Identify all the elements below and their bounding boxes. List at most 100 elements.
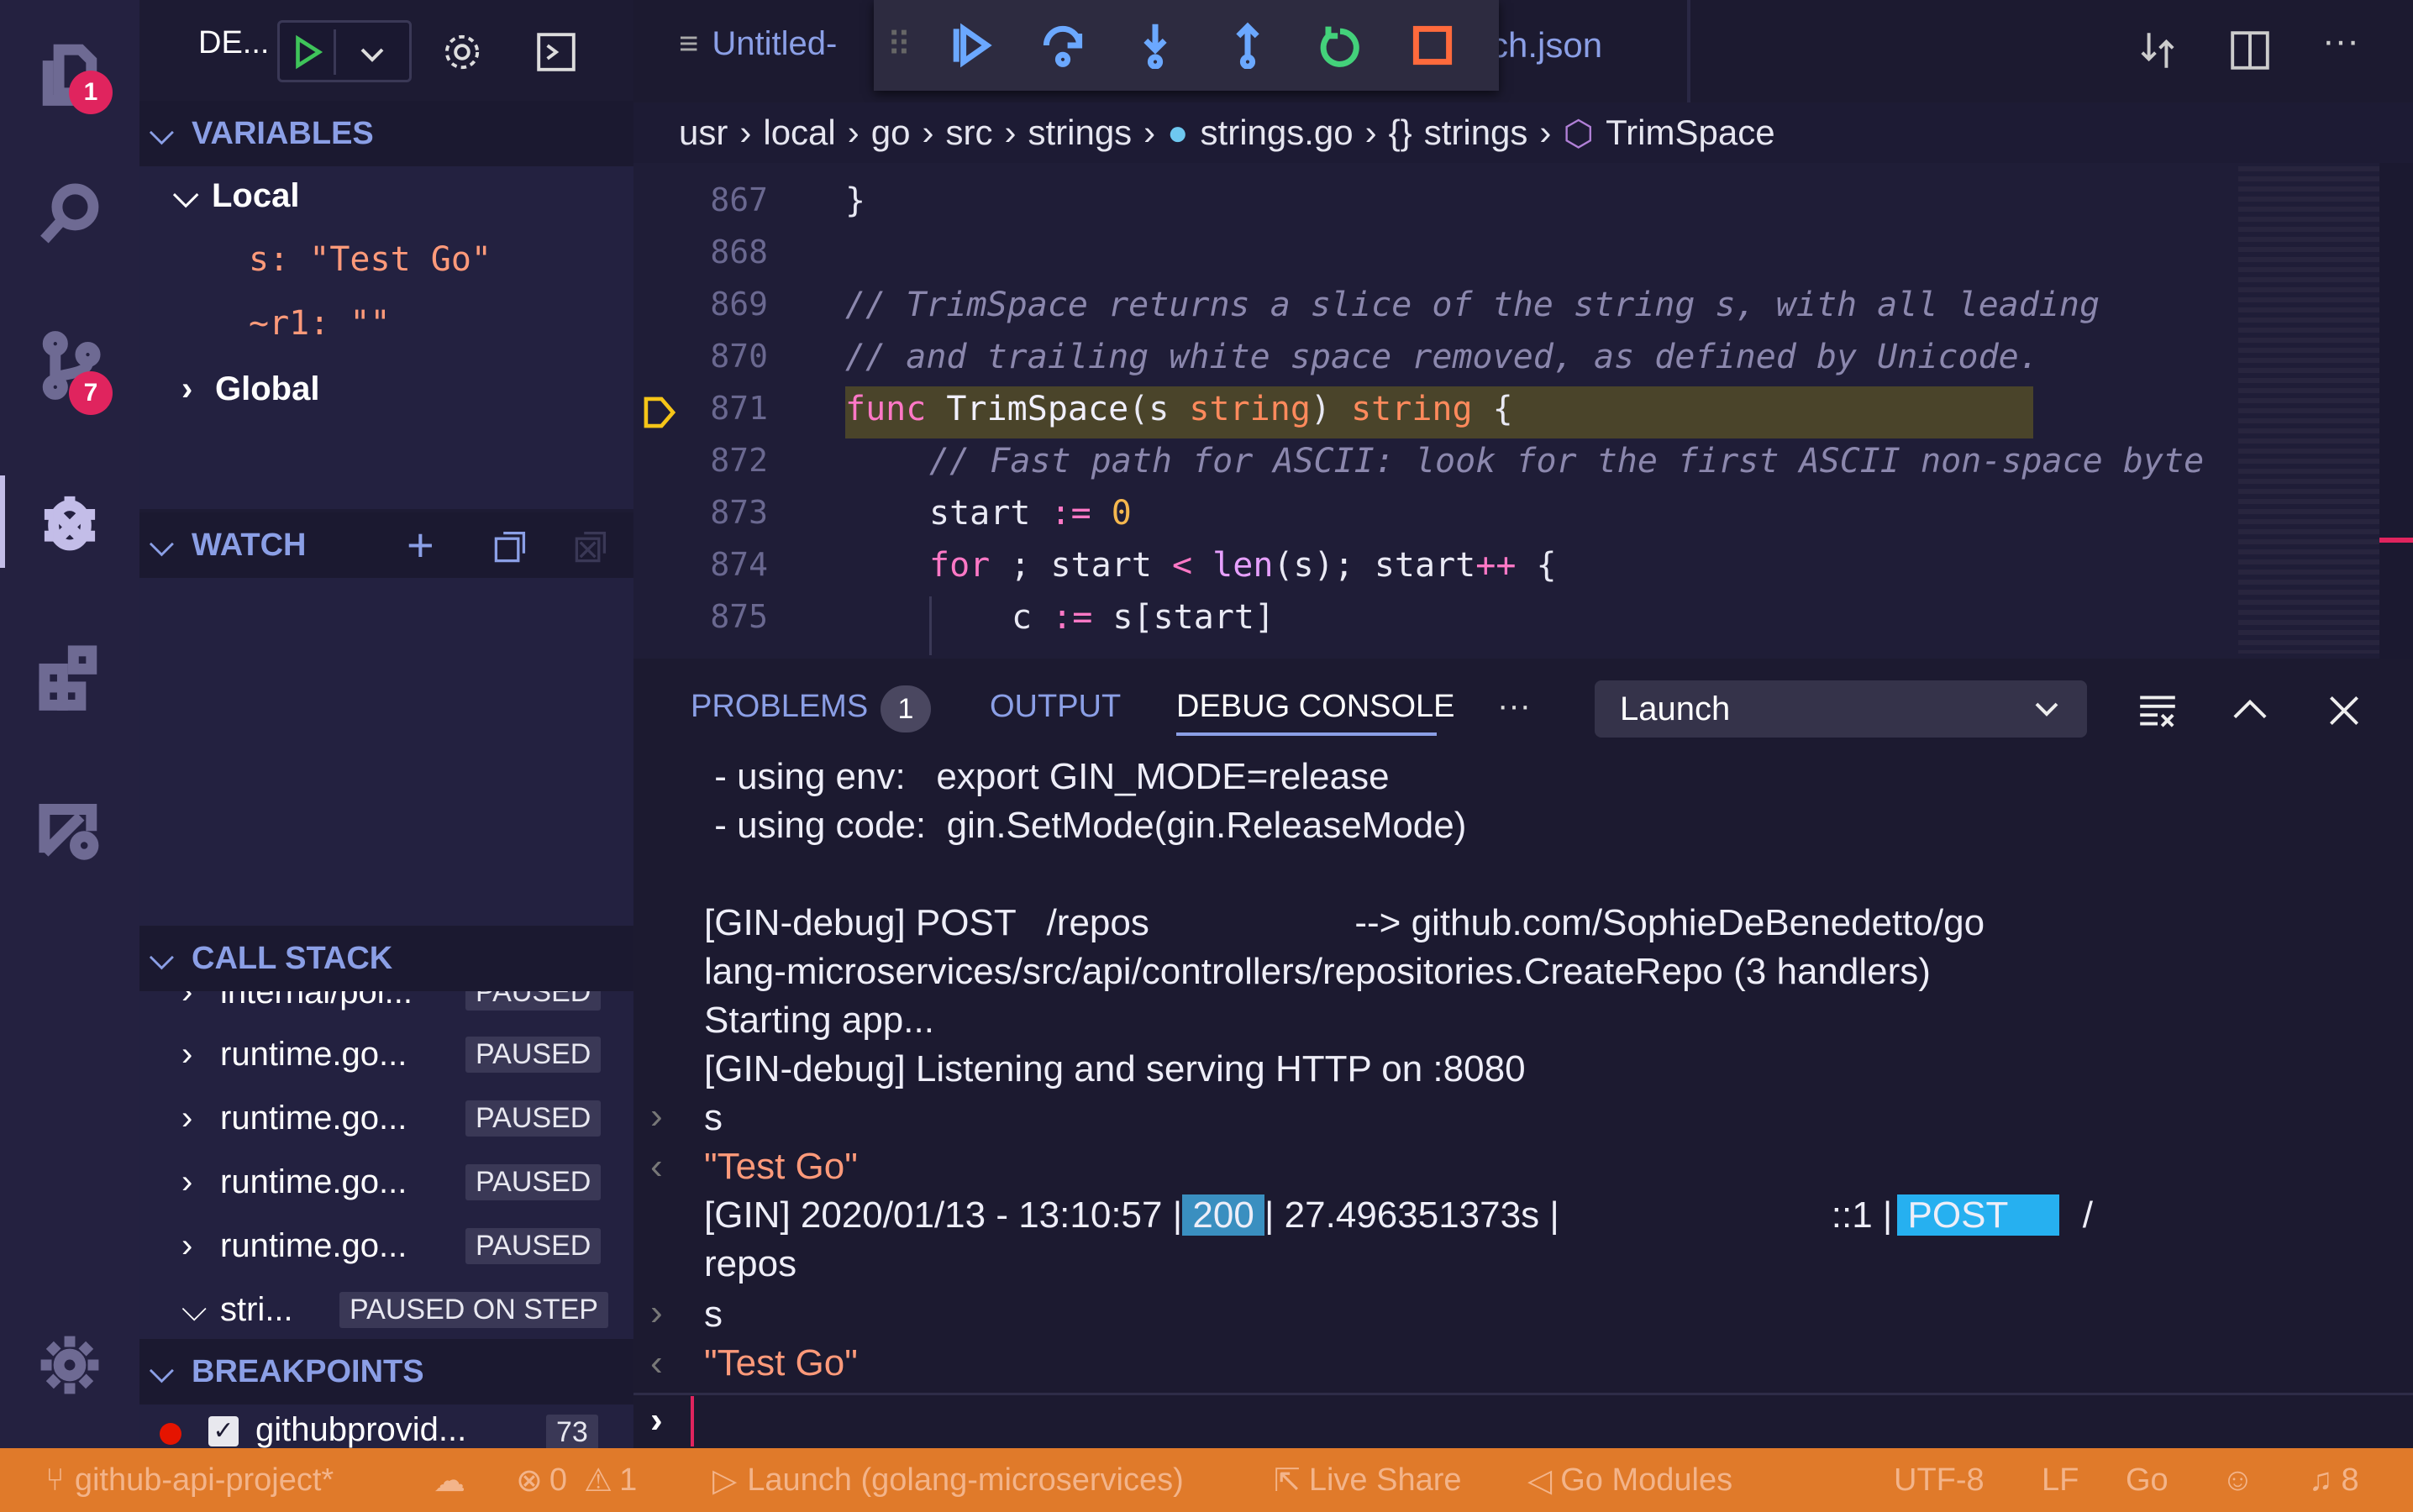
tab-output[interactable]: OUTPUT [990,689,1121,725]
close-panel-icon[interactable] [2322,689,2366,732]
compare-changes-icon[interactable] [2136,29,2179,72]
callstack-frame-current[interactable]: ⌵ stri... PAUSED ON STEP [181,1280,627,1339]
language-status[interactable]: Go [2126,1448,2169,1512]
variable-s[interactable]: s: "Test Go" [249,230,492,289]
select-divider [334,29,336,75]
breadcrumb-item[interactable]: go [871,113,911,153]
code-token: := [1050,494,1091,533]
code-line-867: } [845,181,865,220]
more-actions-icon[interactable]: ··· [2322,20,2359,62]
add-expression-icon[interactable]: + [407,517,434,572]
watch-section-header[interactable]: ⌵ WATCH + [139,512,633,578]
breadcrumb-item[interactable]: strings.go [1201,113,1354,153]
restart-button[interactable] [1294,0,1386,91]
callstack-frame[interactable]: › runtime.go... PAUSED [181,1216,618,1275]
gin-log-ip: ::1 | [1831,1194,1893,1236]
code-line-870: // and trailing white space removed, as … [845,338,2039,376]
variables-section-header[interactable]: ⌵ VARIABLES [139,101,633,166]
minimap[interactable] [2238,166,2379,654]
frame-name: runtime.go... [220,1226,407,1264]
extensions-icon[interactable] [0,613,139,739]
local-scope[interactable]: ⌵ Local [173,166,299,225]
debug-launch-status[interactable]: ▷ Launch (golang-microservices) [712,1448,1184,1512]
eol-status[interactable]: LF [2042,1448,2079,1512]
code-line-872: // Fast path for ASCII: look for the fir… [929,442,2205,480]
tab-problems[interactable]: PROBLEMS [691,689,868,725]
code-editor[interactable]: 867 868 869 870 871 872 873 874 875 } //… [633,163,2413,659]
source-control-icon[interactable] [0,302,139,428]
breakpoints-section-header[interactable]: ⌵ BREAKPOINTS [139,1339,633,1404]
callstack-section-header[interactable]: ⌵ CALL STACK [139,926,633,991]
code-line-871: func TrimSpace(s string) string { [845,390,1513,428]
console-line: repos [704,1243,797,1284]
stop-button[interactable] [1386,0,1479,91]
launch-config-select[interactable]: Launch [1595,680,2087,738]
debug-console-input[interactable] [691,1396,2413,1446]
chevron-right-icon: › [1364,113,1377,152]
callstack-frame[interactable]: › runtime.go... PAUSED [181,1025,618,1084]
step-over-button[interactable] [1017,0,1109,91]
chevron-down-icon [2035,702,2058,717]
chevron-right-icon[interactable]: › [650,1292,663,1334]
gin-log-line: [GIN] 2020/01/13 - 13:10:57 | 200 | 27.4… [704,1194,2093,1236]
breadcrumb-item[interactable]: src [945,113,992,153]
notifications-status[interactable]: ♫ 8 [2309,1448,2359,1512]
start-debugging-icon[interactable] [288,33,327,71]
split-editor-icon[interactable] [2228,29,2272,72]
global-scope[interactable]: › Global [181,360,319,418]
callstack-frame[interactable]: › runtime.go... PAUSED [181,1152,618,1211]
console-line: [GIN-debug] POST /repos --> github.com/S… [704,902,1985,943]
sync-icon[interactable]: ☁ [434,1448,465,1512]
chevron-down-icon[interactable] [355,38,389,71]
live-share-icon[interactable] [0,764,139,890]
debug-stackframe-arrow-icon [644,396,676,428]
callstack-body: › internal/poi... PAUSED › runtime.go... PAU… [139,991,633,1339]
search-icon[interactable] [0,151,139,277]
breadcrumb-item[interactable]: strings [1028,113,1132,153]
breakpoint-checkbox[interactable]: ✓ [208,1416,239,1446]
live-share-status[interactable]: ⇱ Live Share [1274,1448,1462,1512]
tab-untitled[interactable]: ≡ Untitled- [679,25,837,63]
drag-handle-icon[interactable]: ⠿ [874,0,924,91]
encoding-status[interactable]: UTF-8 [1894,1448,1985,1512]
settings-gear-icon[interactable] [0,1302,139,1428]
tab-launch-json[interactable]: ch.json [1490,25,1602,66]
variable-r1[interactable]: ~r1: "" [249,294,391,353]
clear-console-icon[interactable] [2136,689,2179,732]
step-into-button[interactable] [1109,0,1201,91]
chevron-down-icon: ⌵ [150,115,174,151]
debug-icon[interactable] [0,459,139,585]
code-token: func [845,390,927,428]
maximize-panel-icon[interactable] [2228,689,2272,732]
breadcrumb-item[interactable]: usr [679,113,728,153]
remove-all-expressions-icon[interactable] [573,528,610,564]
chevron-right-icon: › [181,1035,193,1073]
breadcrumb-item[interactable]: local [763,113,835,153]
callstack-frame[interactable]: › internal/poi... PAUSED [181,991,618,1021]
gin-log-prefix: [GIN] 2020/01/13 - 13:10:57 | [704,1194,1183,1236]
more-panels-icon[interactable]: ··· [1497,687,1531,725]
callstack-frame[interactable]: › runtime.go... PAUSED [181,1089,618,1147]
editor-scrollbar[interactable] [2379,163,2413,659]
continue-button[interactable] [924,0,1017,91]
breakpoint-name[interactable]: githubprovid... [255,1411,466,1448]
gin-log-path: / [2082,1194,2093,1236]
step-out-button[interactable] [1201,0,1294,91]
breadcrumb-item[interactable]: TrimSpace [1606,113,1775,153]
tab-debug-console[interactable]: DEBUG CONSOLE [1176,689,1455,725]
collapse-all-icon[interactable] [492,528,529,564]
problems-status[interactable]: ⊗ 0 ⚠ 1 [516,1448,637,1512]
console-result: "Test Go" [704,1342,858,1383]
gear-icon[interactable] [440,30,484,74]
chevron-right-icon[interactable]: › [650,1095,663,1137]
branch-status[interactable]: ⑂ github-api-project* [45,1448,334,1512]
frame-name: runtime.go... [220,1035,407,1073]
go-modules-status[interactable]: ◁ Go Modules [1527,1448,1732,1512]
feedback-smiley-icon[interactable]: ☺ [2221,1448,2254,1512]
chevron-down-icon: ⌵ [150,940,174,976]
debug-console-icon[interactable] [534,30,578,74]
chevron-right-icon: › [181,1226,193,1264]
breadcrumb-item[interactable]: strings [1424,113,1528,153]
explorer-icon[interactable] [0,8,139,134]
debug-launch-select[interactable] [277,20,412,82]
